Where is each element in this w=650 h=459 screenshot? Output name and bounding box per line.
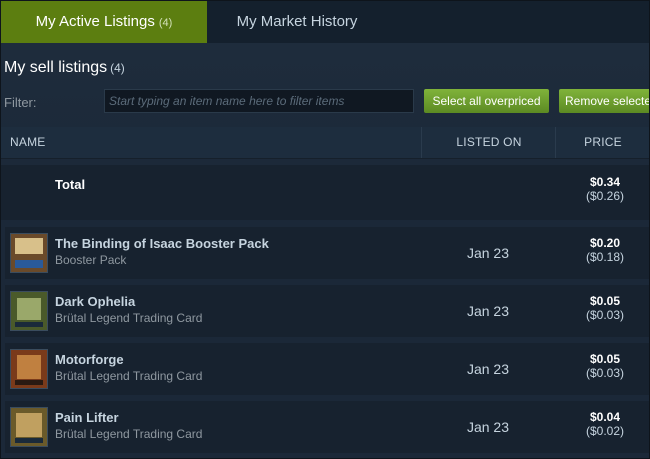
item-type: Brütal Legend Trading Card [55,369,203,383]
total-label: Total [55,177,86,192]
item-price: $0.20 ($0.18) [575,236,635,264]
listed-on-date: Jan 23 [466,419,510,435]
listed-on-date: Jan 23 [466,303,510,319]
item-name[interactable]: Dark Ophelia [55,294,135,309]
tab-market-history-label: My Market History [236,13,358,30]
tab-active-listings[interactable]: My Active Listings (4) [1,1,207,43]
item-type: Booster Pack [55,253,127,267]
column-header-name: NAME [10,135,46,149]
filter-label: Filter: [4,95,37,110]
listed-on-date: Jan 23 [466,245,510,261]
item-thumbnail[interactable] [10,407,48,447]
total-price: $0.34 ($0.26) [575,175,635,203]
tab-market-history[interactable]: My Market History [207,1,387,43]
item-type: Brütal Legend Trading Card [55,311,203,325]
total-row: Total $0.34 ($0.26) [1,165,649,220]
section-title: My sell listings (4) [4,59,125,77]
section-title-count: (4) [110,61,125,75]
table-header: NAME LISTED ON PRICE [1,127,649,159]
listing-row[interactable]: Dark Ophelia Brütal Legend Trading Card … [5,285,649,337]
listings-panel: My sell listings(4) Filter: Select all o… [1,43,649,458]
tab-active-listings-label: My Active Listings [35,13,155,30]
item-price-value: $0.20 [589,236,621,250]
remove-selected-button[interactable]: Remove selecte [559,89,649,113]
item-thumbnail[interactable] [10,233,48,273]
item-price-receive: ($0.03) [585,308,625,322]
select-all-overpriced-button[interactable]: Select all overpriced [424,89,549,113]
item-name[interactable]: Pain Lifter [55,410,119,425]
listing-row[interactable]: Motorforge Brütal Legend Trading Card Ja… [5,343,649,395]
column-header-price: PRICE [555,127,649,158]
item-price-value: $0.05 [589,352,621,366]
filter-input[interactable] [104,89,414,113]
listing-row[interactable]: The Binding of Isaac Booster Pack Booste… [5,227,649,279]
column-header-listed-on: LISTED ON [421,127,556,158]
item-price-receive: ($0.02) [585,424,625,438]
total-price-receive: ($0.26) [585,189,625,203]
item-price: $0.05 ($0.03) [575,352,635,380]
item-type: Brütal Legend Trading Card [55,427,203,441]
tab-bar: My Active Listings (4) My Market History [1,1,649,43]
item-name[interactable]: The Binding of Isaac Booster Pack [55,236,269,251]
section-title-text: My sell listings [4,59,108,76]
market-listings-window: My Active Listings (4) My Market History … [0,0,650,459]
total-price-value: $0.34 [589,175,621,189]
listing-row[interactable]: Pain Lifter Brütal Legend Trading Card J… [5,401,649,453]
item-price-receive: ($0.03) [585,366,625,380]
listed-on-date: Jan 23 [466,361,510,377]
item-thumbnail[interactable] [10,291,48,331]
item-price-value: $0.05 [589,294,621,308]
tab-active-listings-count: (4) [158,17,173,29]
item-price: $0.05 ($0.03) [575,294,635,322]
item-price-receive: ($0.18) [585,250,625,264]
item-name[interactable]: Motorforge [55,352,124,367]
item-price: $0.04 ($0.02) [575,410,635,438]
item-price-value: $0.04 [589,410,621,424]
item-thumbnail[interactable] [10,349,48,389]
